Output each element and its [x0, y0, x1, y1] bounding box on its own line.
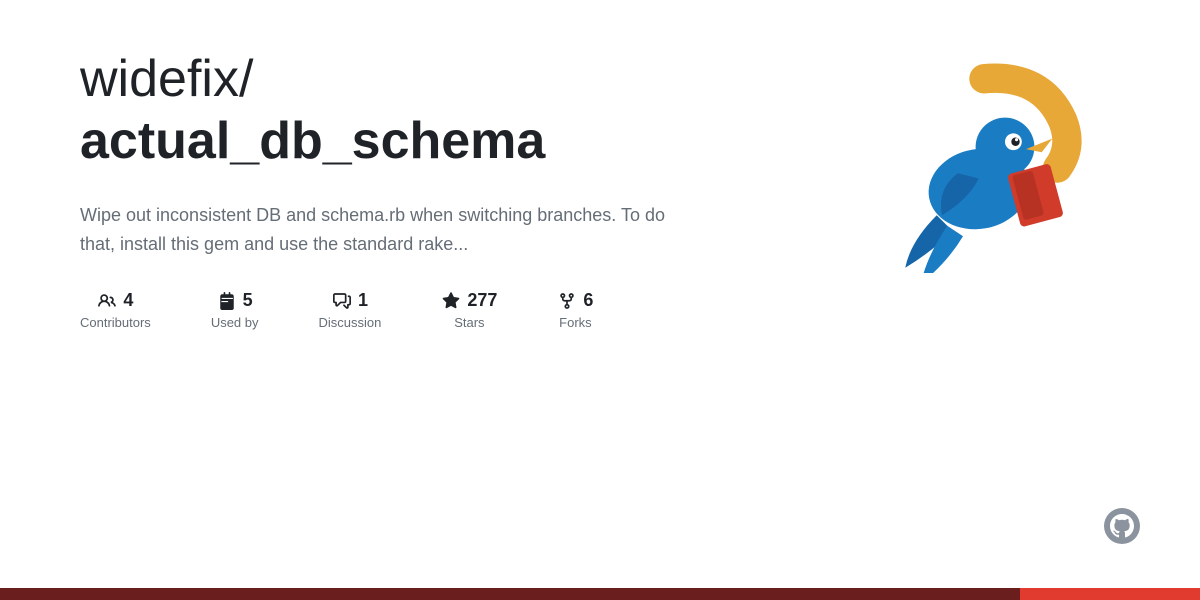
- contributors-label: Contributors: [80, 315, 151, 330]
- used-by-icon: [217, 291, 237, 311]
- stars-label: Stars: [454, 315, 484, 330]
- bottom-bar-dark: [0, 588, 1020, 600]
- bottom-bar: [0, 588, 1200, 600]
- repo-name: actual_db_schema: [80, 110, 874, 172]
- contributors-icon: [97, 291, 117, 311]
- repo-owner: widefix/: [80, 50, 253, 108]
- stat-stars[interactable]: 277 Stars: [441, 290, 497, 330]
- forks-icon: [557, 291, 577, 311]
- stat-used-by[interactable]: 5 Used by: [211, 290, 259, 330]
- stat-contributors[interactable]: 4 Contributors: [80, 290, 151, 330]
- stat-forks[interactable]: 6 Forks: [557, 290, 593, 330]
- stars-icon: [441, 291, 461, 311]
- main-content: widefix/ actual_db_schema Wipe out incon…: [0, 0, 1200, 588]
- stars-count: 277: [467, 290, 497, 311]
- discussion-label: Discussion: [319, 315, 382, 330]
- forks-count: 6: [583, 290, 593, 311]
- left-section: widefix/ actual_db_schema Wipe out incon…: [80, 48, 874, 548]
- stats-row: 4 Contributors 5 Used by: [80, 290, 874, 330]
- used-by-count: 5: [243, 290, 253, 311]
- contributors-count: 4: [123, 290, 133, 311]
- forks-label: Forks: [559, 315, 592, 330]
- discussion-icon: [332, 291, 352, 311]
- repo-description: Wipe out inconsistent DB and schema.rb w…: [80, 201, 700, 259]
- stat-discussion[interactable]: 1 Discussion: [319, 290, 382, 330]
- used-by-label: Used by: [211, 315, 259, 330]
- discussion-count: 1: [358, 290, 368, 311]
- repo-logo: [874, 58, 1094, 278]
- github-avatar: [1104, 508, 1140, 544]
- repo-title: widefix/ actual_db_schema: [80, 48, 874, 173]
- right-section: [874, 48, 1140, 548]
- bottom-bar-red: [1020, 588, 1200, 600]
- logo-svg: [879, 63, 1089, 273]
